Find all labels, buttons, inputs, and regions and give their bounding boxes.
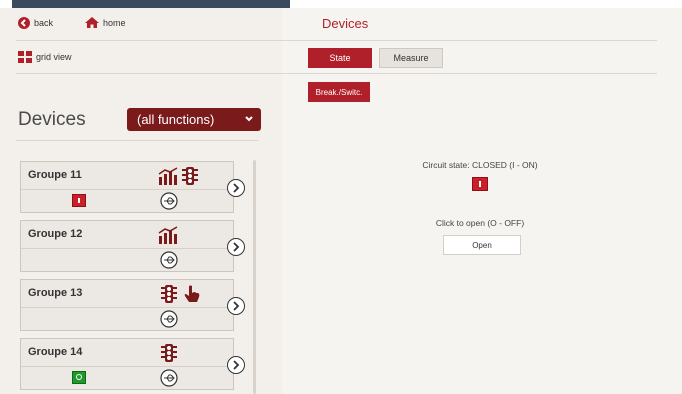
circuit-state-label: Circuit state: CLOSED (I - ON) bbox=[422, 160, 538, 170]
chevron-right-icon bbox=[233, 242, 240, 252]
chevron-right-icon bbox=[233, 183, 240, 193]
device-name: Groupe 14 bbox=[28, 346, 83, 358]
page-title: Devices bbox=[322, 16, 369, 31]
function-filter-value: (all functions) bbox=[137, 112, 215, 127]
state-off-indicator bbox=[72, 371, 86, 384]
open-button[interactable]: Open bbox=[443, 235, 521, 255]
top-dark-bar bbox=[12, 0, 290, 8]
card-divider bbox=[21, 248, 233, 249]
grid-icon bbox=[18, 51, 32, 63]
tabs-divider bbox=[16, 73, 657, 74]
back-arrow-icon bbox=[18, 17, 30, 29]
open-device-arrow-button[interactable] bbox=[227, 356, 245, 374]
card-divider bbox=[21, 307, 233, 308]
card-divider bbox=[21, 366, 233, 367]
device-list-scrollbar[interactable] bbox=[253, 160, 256, 394]
chart-bars-icon bbox=[158, 226, 178, 244]
card-divider bbox=[21, 189, 233, 190]
chevron-down-icon bbox=[245, 116, 253, 122]
open-device-arrow-button[interactable] bbox=[227, 179, 245, 197]
hand-pointer-icon bbox=[184, 285, 200, 302]
devices-heading: Devices bbox=[18, 109, 86, 130]
traffic-light-icon bbox=[182, 167, 198, 185]
grid-view-label: grid view bbox=[36, 52, 72, 62]
chevron-right-icon bbox=[233, 360, 240, 370]
devices-divider bbox=[16, 140, 258, 141]
home-button[interactable]: home bbox=[85, 17, 126, 28]
state-on-indicator bbox=[72, 194, 86, 207]
traffic-light-icon bbox=[161, 344, 177, 362]
device-card-groupe-11[interactable]: Groupe 11 bbox=[20, 161, 245, 213]
device-card-groupe-12[interactable]: Groupe 12 bbox=[20, 220, 245, 272]
usb-connector-icon bbox=[160, 192, 178, 210]
home-icon bbox=[85, 17, 99, 28]
device-name: Groupe 13 bbox=[28, 287, 83, 299]
back-button[interactable]: back bbox=[18, 17, 53, 29]
function-filter-select[interactable]: (all functions) bbox=[127, 108, 261, 131]
open-device-arrow-button[interactable] bbox=[227, 297, 245, 315]
device-card-groupe-13[interactable]: Groupe 13 bbox=[20, 279, 245, 331]
top-strip bbox=[0, 0, 682, 8]
device-card-groupe-14[interactable]: Groupe 14 bbox=[20, 338, 245, 390]
chevron-right-icon bbox=[233, 301, 240, 311]
header-divider bbox=[16, 40, 657, 41]
usb-connector-icon bbox=[160, 310, 178, 328]
circuit-state-indicator bbox=[472, 177, 488, 191]
traffic-light-icon bbox=[161, 285, 177, 303]
open-device-arrow-button[interactable] bbox=[227, 238, 245, 256]
grid-view-button[interactable]: grid view bbox=[18, 51, 72, 63]
device-name: Groupe 11 bbox=[28, 169, 82, 181]
home-label: home bbox=[103, 17, 126, 28]
tab-state[interactable]: State bbox=[308, 48, 372, 68]
chart-bars-icon bbox=[158, 167, 178, 185]
back-label: back bbox=[34, 18, 54, 28]
usb-connector-icon bbox=[160, 369, 178, 387]
click-to-open-label: Click to open (O - OFF) bbox=[435, 218, 525, 228]
usb-connector-icon bbox=[160, 251, 178, 269]
tab-measure[interactable]: Measure bbox=[379, 48, 443, 68]
device-name: Groupe 12 bbox=[28, 228, 83, 240]
break-switch-button[interactable]: Break./Switc. bbox=[308, 82, 370, 102]
